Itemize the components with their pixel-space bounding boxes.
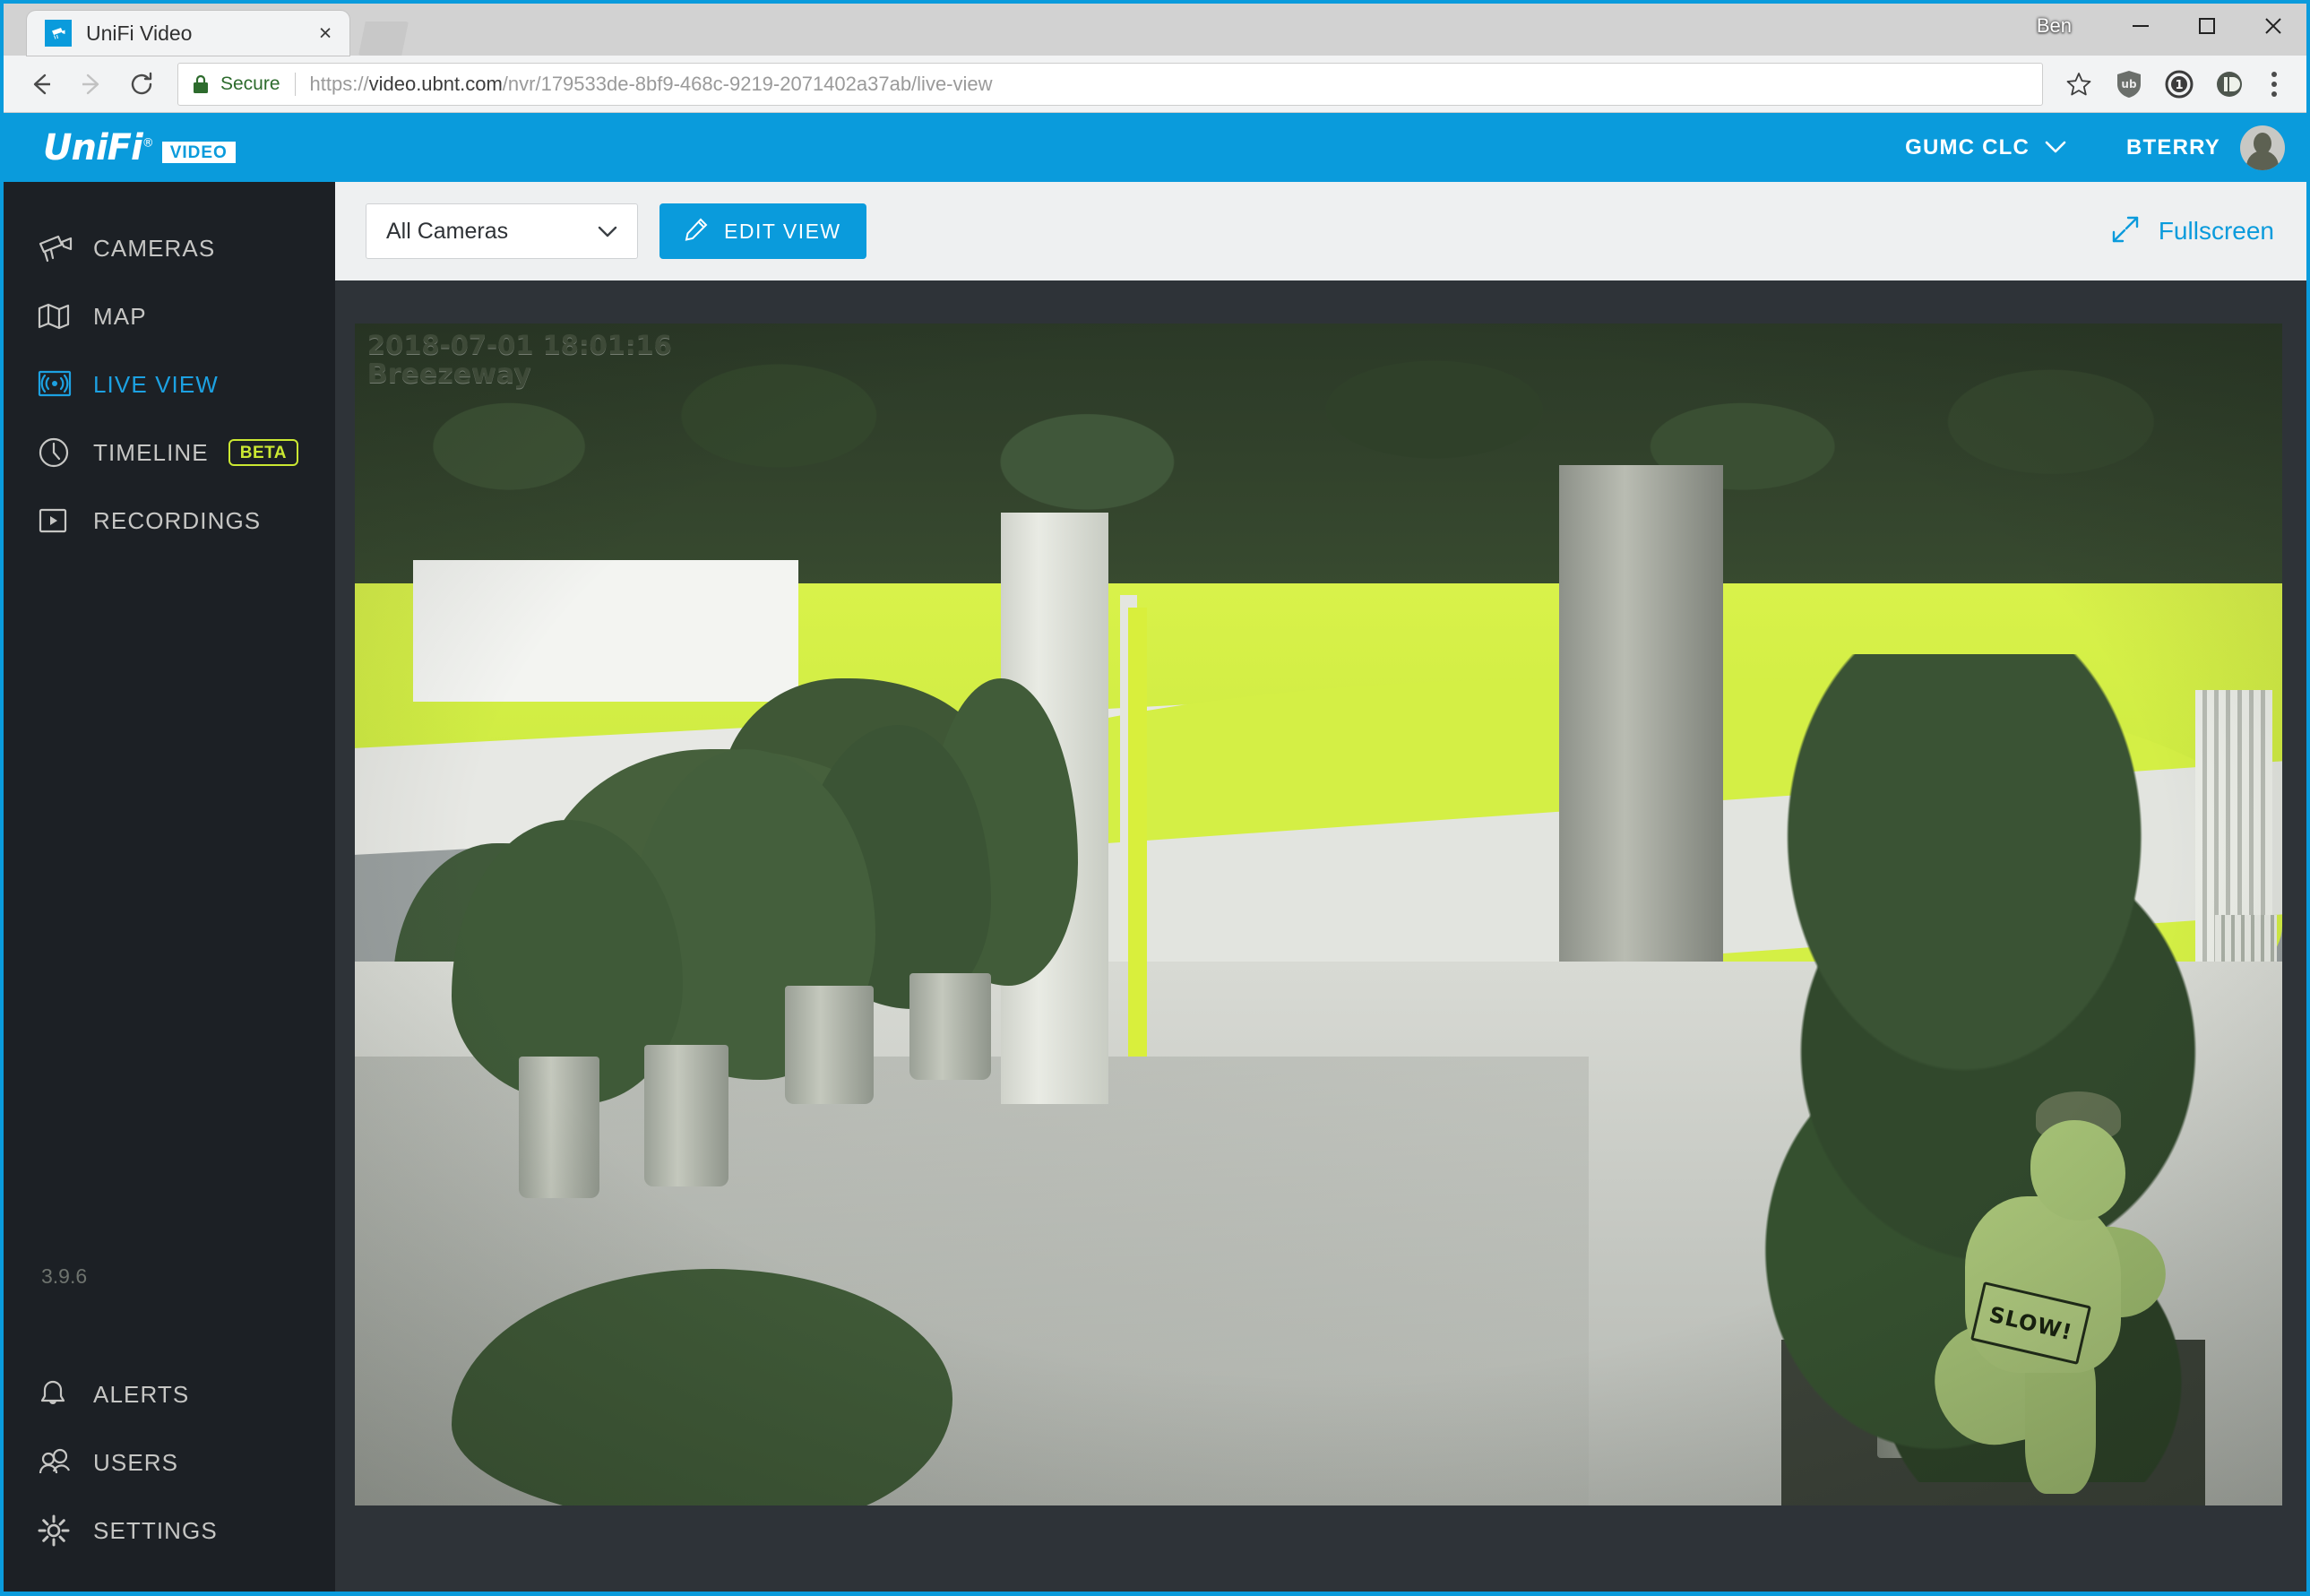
browser-tab-unifi-video[interactable]: UniFi Video × xyxy=(27,11,349,56)
current-user-label[interactable]: BTERRY xyxy=(2126,135,2220,160)
unifi-video-favicon-icon xyxy=(45,20,72,47)
tab-close-icon[interactable]: × xyxy=(312,20,339,47)
camera-filter-value: All Cameras xyxy=(386,218,509,244)
app-version-label: 3.9.6 xyxy=(41,1264,88,1288)
url-scheme: https:// xyxy=(309,72,369,95)
back-icon[interactable] xyxy=(16,59,66,109)
lock-icon xyxy=(191,73,211,95)
fullscreen-label: Fullscreen xyxy=(2158,217,2274,245)
main-content: All Cameras EDIT VIEW Fullscreen SLOW! 2… xyxy=(335,182,2306,1592)
sidebar: CAMERAS MAP LIVE VIEW TIMELINE BETA RECO… xyxy=(4,182,335,1592)
sidebar-item-label: RECORDINGS xyxy=(93,506,262,534)
camera-icon xyxy=(38,233,79,263)
svg-text:ub: ub xyxy=(2121,78,2137,91)
unifi-video-app: UniFi® VIDEO GUMC CLC BTERRY CAMERAS MAP… xyxy=(4,113,2306,1592)
window-minimize-button[interactable] xyxy=(2107,4,2174,48)
sidebar-item-users[interactable]: USERS xyxy=(4,1428,335,1497)
window-maximize-button[interactable] xyxy=(2174,4,2240,48)
browser-window: UniFi Video × Ben Secure https://video.u… xyxy=(0,0,2310,1596)
video-stage: SLOW! 2018-07-01 18:01:16 Breezeway xyxy=(335,280,2306,1592)
url-text: https://video.ubnt.com/nvr/179533de-8bf9… xyxy=(310,73,993,96)
sidebar-item-recordings[interactable]: RECORDINGS xyxy=(4,487,335,555)
app-header-right: GUMC CLC BTERRY xyxy=(1896,125,2285,170)
sidebar-item-settings[interactable]: SETTINGS xyxy=(4,1497,335,1565)
sidebar-item-timeline[interactable]: TIMELINE BETA xyxy=(4,418,335,487)
window-controls: Ben xyxy=(2037,4,2306,48)
tab-strip: UniFi Video × xyxy=(4,4,409,56)
chevron-down-icon xyxy=(596,219,619,245)
app-body: CAMERAS MAP LIVE VIEW TIMELINE BETA RECO… xyxy=(4,182,2306,1592)
window-close-button[interactable] xyxy=(2240,4,2306,48)
forward-icon xyxy=(66,59,116,109)
sidebar-item-alerts[interactable]: ALERTS xyxy=(4,1360,335,1428)
app-header: UniFi® VIDEO GUMC CLC BTERRY xyxy=(4,113,2306,182)
clock-icon xyxy=(38,436,79,469)
svg-text:1: 1 xyxy=(2175,79,2183,92)
sidebar-item-live-view[interactable]: LIVE VIEW xyxy=(4,350,335,418)
sidebar-item-label: LIVE VIEW xyxy=(93,370,219,398)
live-view-icon xyxy=(38,369,79,400)
security-status-label: Secure xyxy=(220,73,280,94)
camera-feed-breezeway[interactable]: SLOW! 2018-07-01 18:01:16 Breezeway xyxy=(355,324,2282,1505)
sidebar-item-label: ALERTS xyxy=(93,1380,190,1408)
sidebar-item-label: TIMELINE xyxy=(93,438,209,466)
camera-filter-select[interactable]: All Cameras xyxy=(366,203,638,259)
map-icon xyxy=(38,301,79,332)
sidebar-item-cameras[interactable]: CAMERAS xyxy=(4,214,335,282)
sidebar-item-label: CAMERAS xyxy=(93,234,216,262)
sidebar-item-label: USERS xyxy=(93,1448,179,1476)
tab-title: UniFi Video xyxy=(86,21,193,45)
pencil-icon xyxy=(685,218,708,246)
play-icon xyxy=(38,505,79,536)
sidebar-item-label: MAP xyxy=(93,302,147,330)
window-titlebar: UniFi Video × Ben xyxy=(4,4,2306,56)
browser-menu-icon[interactable] xyxy=(2254,59,2294,109)
edit-view-button[interactable]: EDIT VIEW xyxy=(659,203,866,259)
fullscreen-button[interactable]: Fullscreen xyxy=(2105,207,2280,256)
live-view-toolbar: All Cameras EDIT VIEW Fullscreen xyxy=(335,182,2306,280)
edit-view-label: EDIT VIEW xyxy=(724,219,841,243)
chevron-down-icon xyxy=(2044,135,2067,160)
users-icon xyxy=(38,1448,79,1477)
ublock-origin-icon[interactable]: ub xyxy=(2104,59,2154,109)
bookmark-star-icon[interactable] xyxy=(2054,59,2104,109)
url-path: /nvr/179533de-8bf9-468c-9219-2071402a37a… xyxy=(502,72,993,95)
slow-sign-text: SLOW! xyxy=(1986,1300,2075,1345)
logo-wordmark: UniFi® xyxy=(43,126,154,168)
onepassword-icon[interactable]: 1 xyxy=(2154,59,2204,109)
new-tab-button[interactable] xyxy=(358,22,409,56)
sidebar-item-map[interactable]: MAP xyxy=(4,282,335,350)
sidebar-item-label: SETTINGS xyxy=(93,1516,218,1544)
toolbar-left-group: All Cameras EDIT VIEW xyxy=(366,203,866,259)
beta-badge: BETA xyxy=(228,439,299,466)
slow-sign-figure: SLOW! xyxy=(1924,1091,2186,1494)
browser-toolbar: Secure https://video.ubnt.com/nvr/179533… xyxy=(4,56,2306,113)
logo-video-badge: VIDEO xyxy=(161,141,236,163)
site-selector[interactable]: GUMC CLC xyxy=(1896,128,2076,168)
pushbullet-icon[interactable] xyxy=(2204,59,2254,109)
unifi-video-logo: UniFi® VIDEO xyxy=(43,130,236,166)
bell-icon xyxy=(38,1378,79,1411)
omnibox-separator xyxy=(294,72,296,96)
expand-icon xyxy=(2110,214,2141,249)
gear-icon xyxy=(38,1514,79,1547)
reload-icon[interactable] xyxy=(116,59,167,109)
site-name-label: GUMC CLC xyxy=(1905,134,2030,160)
address-bar[interactable]: Secure https://video.ubnt.com/nvr/179533… xyxy=(177,62,2043,106)
avatar[interactable] xyxy=(2240,125,2285,170)
registered-mark: ® xyxy=(142,136,154,151)
url-host: video.ubnt.com xyxy=(368,72,503,95)
chrome-profile-name[interactable]: Ben xyxy=(2037,14,2072,38)
